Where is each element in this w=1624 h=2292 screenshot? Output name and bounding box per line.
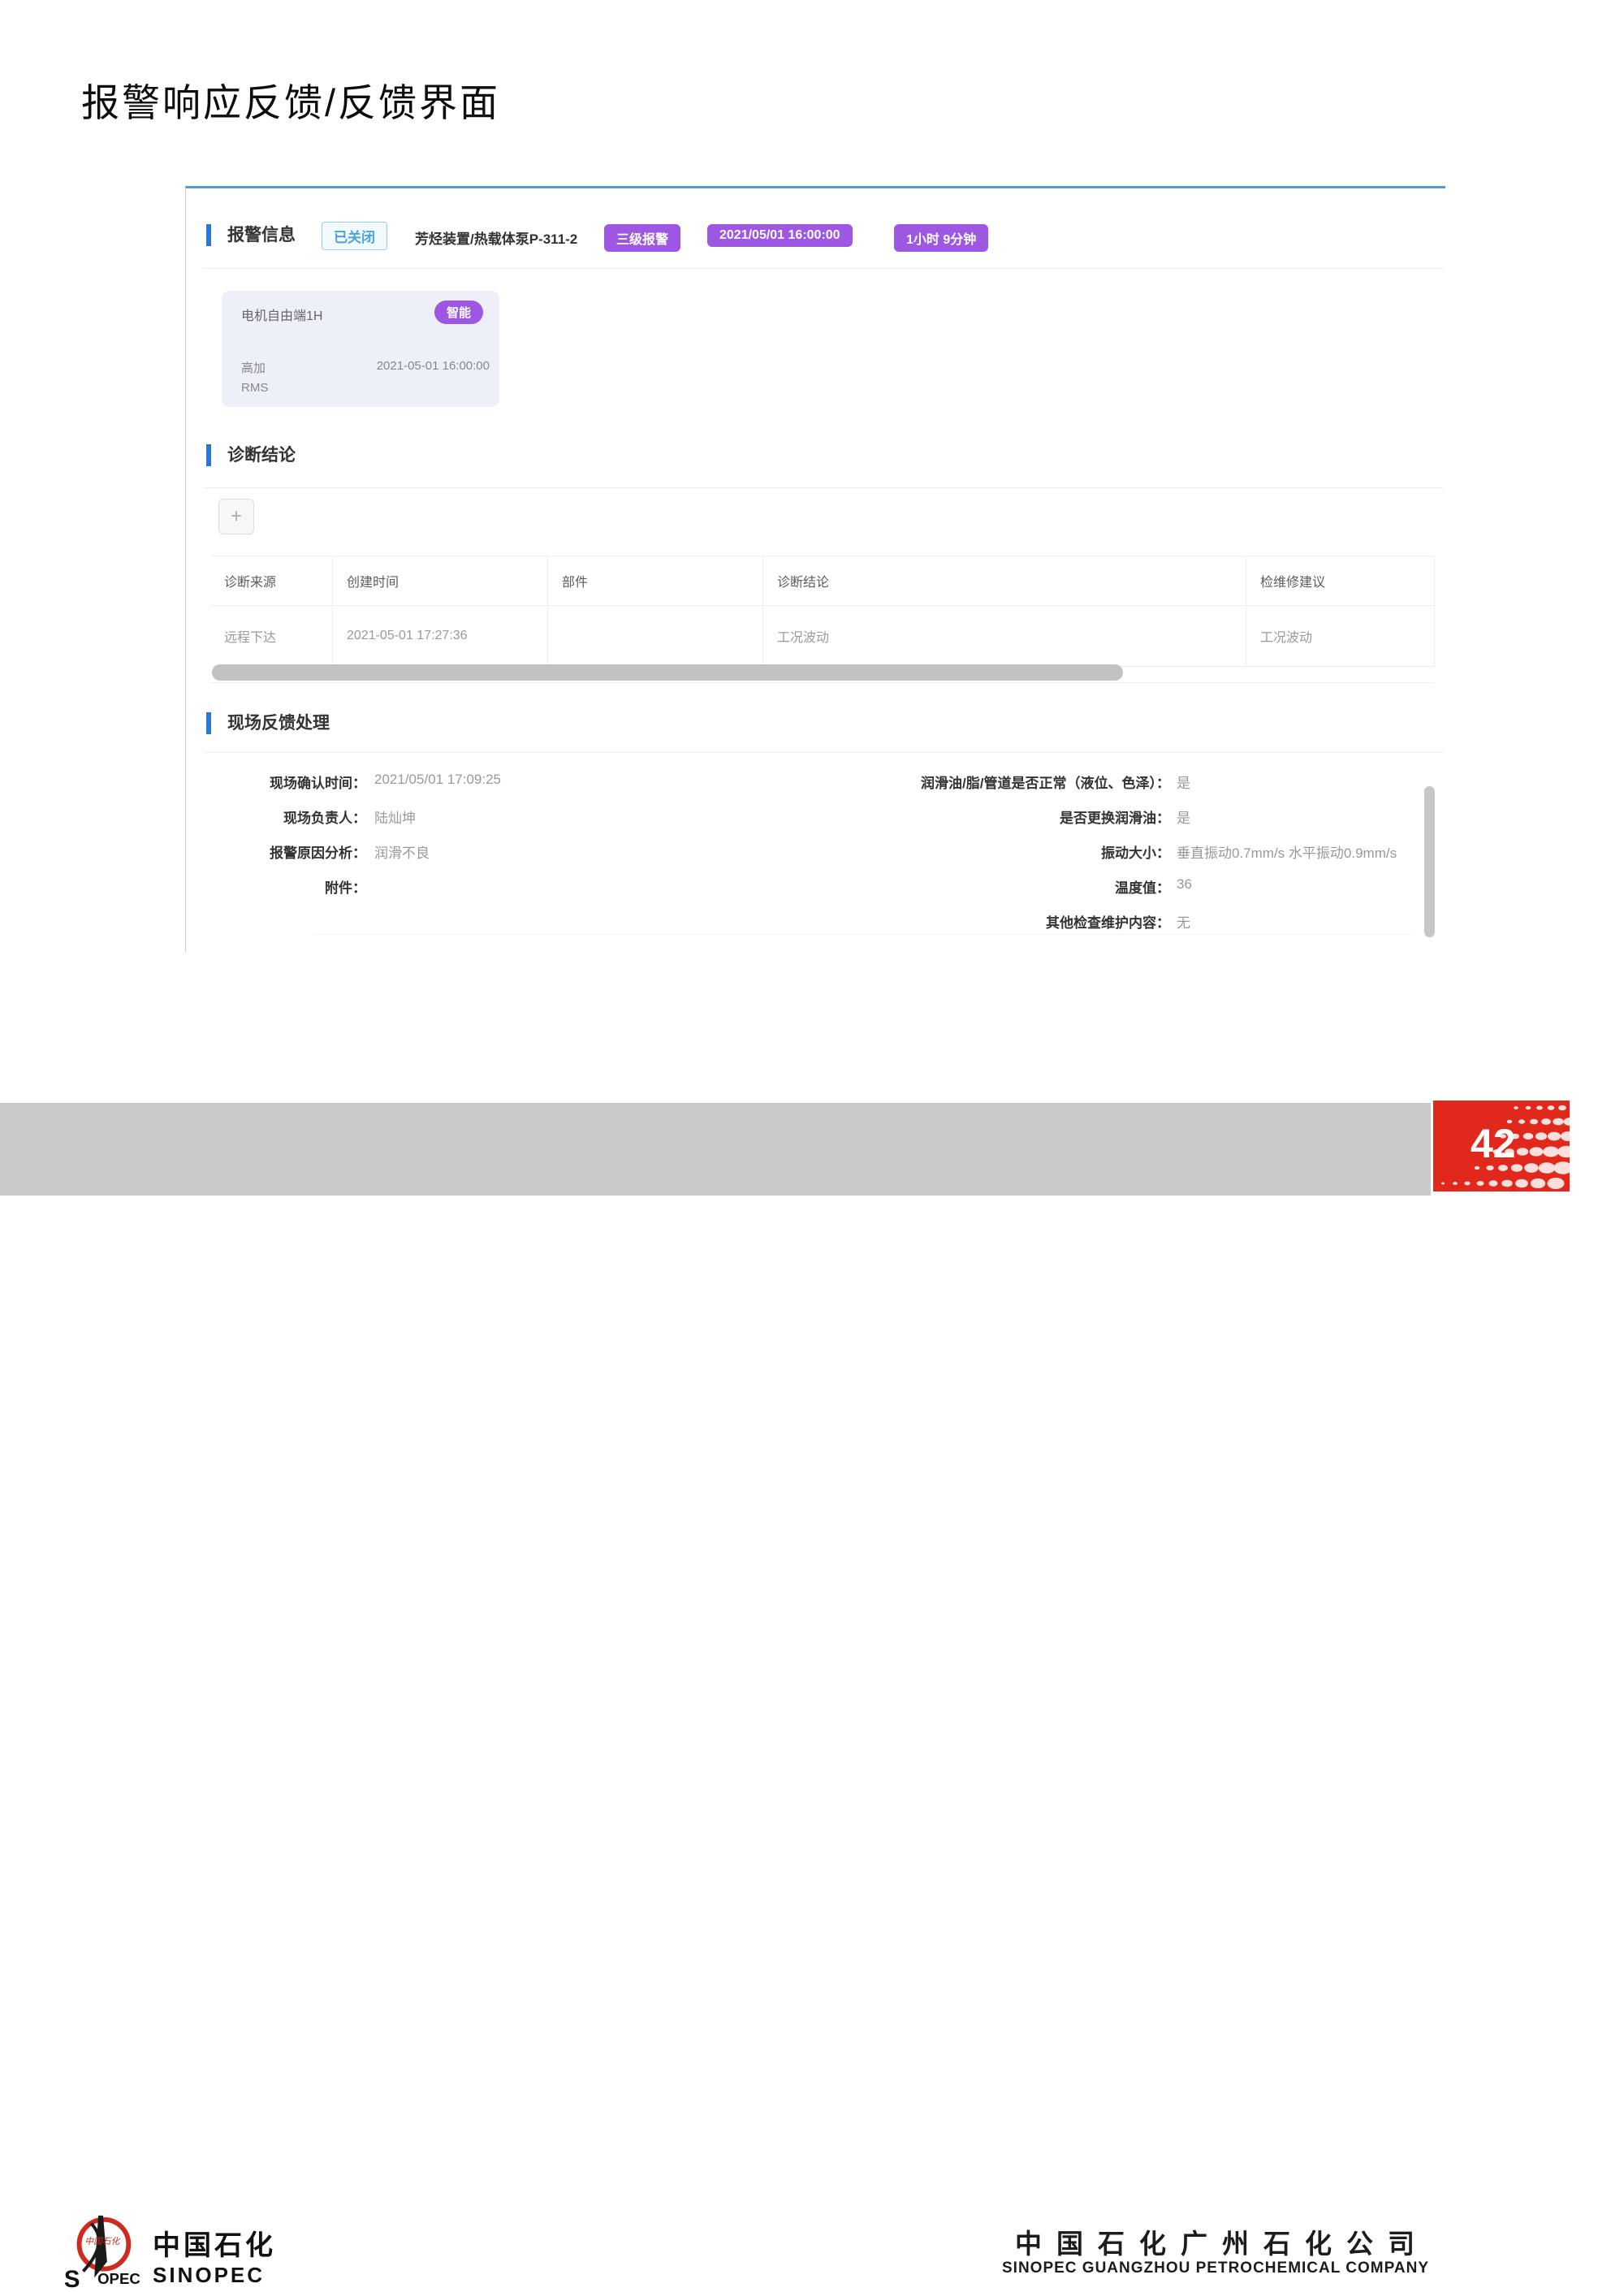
field-label: 其他检查维护内容： xyxy=(641,911,1170,932)
sinopec-logo-icon: 中国石化 S OPEC xyxy=(61,2212,140,2292)
table-header-cell: 检维修建议 xyxy=(1246,556,1435,605)
divider xyxy=(204,752,1444,753)
card-metric: RMS xyxy=(241,381,268,395)
field-value: 润滑不良 xyxy=(374,841,430,862)
slide-title: 报警响应反馈/反馈界面 xyxy=(81,71,500,128)
footer-bar: 中国石化 S OPEC 中国石化 SINOPEC 中国石化广州石化公司 SINO… xyxy=(0,1103,1431,1196)
table-cell: 工况波动 xyxy=(1246,606,1435,666)
table-cell: 工况波动 xyxy=(762,606,1246,666)
alarm-level-badge: 三级报警 xyxy=(604,224,680,252)
field-value: 是 xyxy=(1177,772,1190,792)
field-label: 现场确认时间： xyxy=(201,772,366,792)
horizontal-scrollbar[interactable] xyxy=(210,664,1435,683)
logo-en-text: SINOPEC xyxy=(153,2263,276,2288)
page-number: 42 xyxy=(1471,1120,1516,1167)
card-time: 2021-05-01 16:00:00 xyxy=(377,359,490,373)
smart-tag-badge: 智能 xyxy=(434,301,483,324)
field-label: 润滑油/脂/管道是否正常（液位、色泽）： xyxy=(641,772,1170,792)
page-number-box: 42 xyxy=(1433,1101,1570,1191)
field-label: 是否更换润滑油： xyxy=(641,807,1170,827)
sinopec-wordmark: 中国石化 SINOPEC xyxy=(153,2223,276,2288)
field-label: 温度值： xyxy=(641,876,1170,897)
field-value: 36 xyxy=(1177,876,1192,893)
field-label: 报警原因分析： xyxy=(201,841,366,862)
horizontal-scrollbar-thumb[interactable] xyxy=(212,664,1123,681)
table-header-cell: 诊断来源 xyxy=(210,556,332,605)
table-row[interactable]: 远程下达 2021-05-01 17:27:36 工况波动 工况波动 xyxy=(210,606,1435,667)
logo-cn-text: 中国石化 xyxy=(153,2223,276,2263)
card-title: 电机自由端1H xyxy=(241,305,322,324)
diagnosis-table: 诊断来源 创建时间 部件 诊断结论 检维修建议 远程下达 2021-05-01 … xyxy=(210,556,1435,667)
field-value: 垂直振动0.7mm/s 水平振动0.9mm/s xyxy=(1177,841,1397,862)
svg-text:OPEC: OPEC xyxy=(97,2270,140,2287)
section-accent-bar xyxy=(206,712,211,734)
divider xyxy=(316,934,1414,935)
svg-text:中国石化: 中国石化 xyxy=(84,2236,120,2247)
feedback-section-title: 现场反馈处理 xyxy=(227,712,330,734)
alarm-detail-panel: 报警信息 已关闭 芳烃装置/热载体泵P-311-2 三级报警 2021/05/0… xyxy=(185,186,1445,953)
vertical-scrollbar[interactable] xyxy=(1424,786,1435,937)
divider xyxy=(204,487,1444,488)
field-value: 无 xyxy=(1177,911,1190,932)
company-name-cn: 中国石化广州石化公司 xyxy=(812,2222,1429,2261)
table-cell: 远程下达 xyxy=(210,606,332,666)
alarm-info-section-title: 报警信息 xyxy=(227,224,296,246)
table-header-cell: 部件 xyxy=(547,556,762,605)
company-name-en: SINOPEC GUANGZHOU PETROCHEMICAL COMPANY xyxy=(812,2260,1429,2277)
card-param: 高加 xyxy=(241,359,266,376)
alarm-time-badge: 2021/05/01 16:00:00 xyxy=(707,224,853,247)
diagnosis-section-title: 诊断结论 xyxy=(227,444,296,466)
field-value: 2021/05/01 17:09:25 xyxy=(374,772,501,788)
field-value: 陆灿坤 xyxy=(374,807,416,827)
field-value: 是 xyxy=(1177,807,1190,827)
add-diagnosis-button[interactable]: + xyxy=(218,499,254,534)
field-label: 振动大小： xyxy=(641,841,1170,862)
alarm-duration-badge: 1小时 9分钟 xyxy=(894,224,988,252)
divider xyxy=(204,268,1444,269)
section-accent-bar xyxy=(206,444,211,466)
section-accent-bar xyxy=(206,224,211,246)
field-label: 现场负责人： xyxy=(201,807,366,827)
device-name: 芳烃装置/热载体泵P-311-2 xyxy=(415,227,577,248)
table-cell: 2021-05-01 17:27:36 xyxy=(332,606,547,666)
status-badge: 已关闭 xyxy=(322,222,387,250)
table-cell xyxy=(547,606,762,666)
table-header-row: 诊断来源 创建时间 部件 诊断结论 检维修建议 xyxy=(210,556,1435,606)
table-header-cell: 诊断结论 xyxy=(762,556,1246,605)
alarm-point-card[interactable]: 电机自由端1H 智能 高加 2021-05-01 16:00:00 RMS xyxy=(222,291,499,407)
field-label: 附件： xyxy=(201,876,366,897)
table-header-cell: 创建时间 xyxy=(332,556,547,605)
svg-text:S: S xyxy=(64,2266,80,2292)
